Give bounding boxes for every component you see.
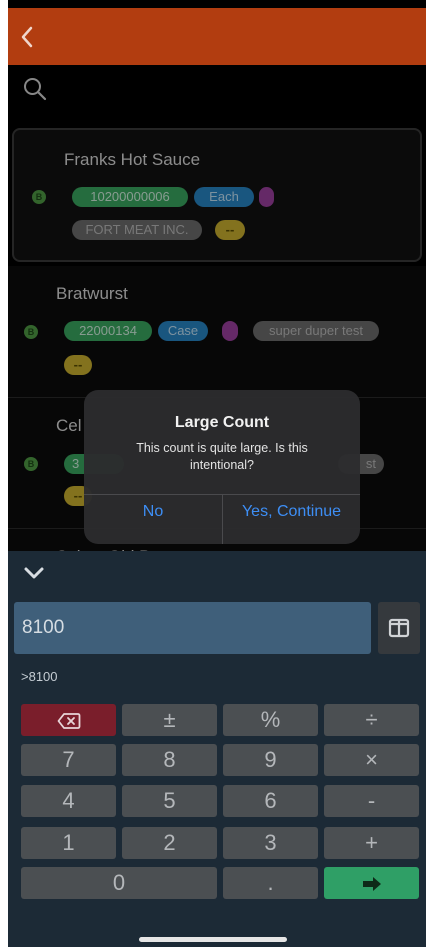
columns-icon bbox=[388, 618, 410, 638]
digit-8-key[interactable]: 8 bbox=[122, 744, 217, 776]
back-button[interactable] bbox=[12, 22, 42, 52]
expression-preview: >8100 bbox=[21, 669, 58, 684]
digit-9-key[interactable]: 9 bbox=[223, 744, 318, 776]
digit-7-key[interactable]: 7 bbox=[21, 744, 116, 776]
percent-key[interactable]: % bbox=[223, 704, 318, 736]
decimal-key[interactable]: . bbox=[223, 867, 318, 899]
enter-arrow-icon bbox=[362, 877, 381, 892]
backspace-key[interactable] bbox=[21, 704, 116, 736]
plus-minus-key[interactable]: ± bbox=[122, 704, 217, 736]
multiply-key[interactable]: × bbox=[324, 744, 419, 776]
add-key[interactable]: + bbox=[324, 827, 419, 859]
digit-6-key[interactable]: 6 bbox=[223, 785, 318, 817]
enter-key[interactable] bbox=[324, 867, 419, 899]
backspace-icon bbox=[57, 713, 80, 730]
home-indicator[interactable] bbox=[139, 937, 287, 942]
large-count-alert: Large Count This count is quite large. I… bbox=[84, 390, 360, 544]
alert-no-button[interactable]: No bbox=[84, 495, 222, 544]
digit-3-key[interactable]: 3 bbox=[223, 827, 318, 859]
divide-key[interactable]: ÷ bbox=[324, 704, 419, 736]
digit-5-key[interactable]: 5 bbox=[122, 785, 217, 817]
chevron-left-icon bbox=[21, 26, 33, 48]
count-keypad: 8100 >8100 ± % ÷ 7 8 9 × 4 5 6 - 1 2 3 +… bbox=[8, 551, 426, 947]
digit-0-key[interactable]: 0 bbox=[21, 867, 217, 899]
digit-2-key[interactable]: 2 bbox=[122, 827, 217, 859]
chevron-down-icon bbox=[24, 567, 44, 579]
digit-1-key[interactable]: 1 bbox=[21, 827, 116, 859]
top-bar bbox=[8, 8, 426, 65]
alert-yes-continue-button[interactable]: Yes, Continue bbox=[223, 495, 360, 544]
alert-message: This count is quite large. Is this inten… bbox=[136, 441, 308, 472]
digit-4-key[interactable]: 4 bbox=[21, 785, 116, 817]
alert-title: Large Count bbox=[174, 414, 270, 431]
layout-toggle-button[interactable] bbox=[378, 602, 420, 654]
subtract-key[interactable]: - bbox=[324, 785, 419, 817]
collapse-keypad-button[interactable] bbox=[22, 561, 46, 585]
app-screen: Franks Hot Sauce B 10200000006 Each FORT… bbox=[8, 0, 426, 947]
count-input[interactable]: 8100 bbox=[14, 602, 371, 654]
